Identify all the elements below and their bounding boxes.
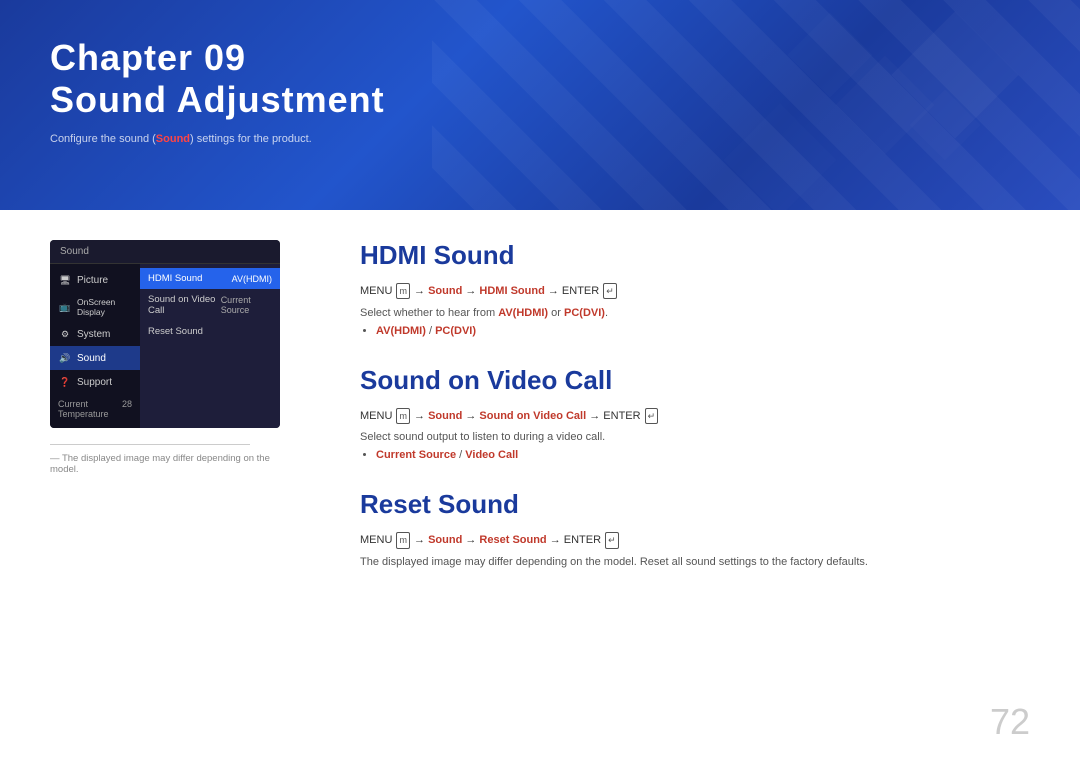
header-banner: Chapter 09 Sound Adjustment Configure th… [0,0,1080,210]
path-arrow-6: → ENTER [586,410,643,422]
sidebar-item-system[interactable]: ⚙ System [50,322,140,346]
section-title-reset-sound: Reset Sound [360,489,1030,520]
path-sound-video-call: Sound on Video Call [479,410,586,422]
picture-icon: 🖥 [58,273,72,287]
menu-content-area: HDMI Sound AV(HDMI) Sound on Video Call … [140,264,280,428]
bullet-list-hdmi: AV(HDMI) / PC(DVI) [376,325,1030,337]
option-video-call: Video Call [465,449,518,461]
section-desc-hdmi-sound: Select whether to hear from AV(HDMI) or … [360,307,1030,319]
sidebar-item-picture[interactable]: 🖥 Picture [50,268,140,292]
sound-video-call-value: Current Source [221,295,272,315]
section-sound-video-call: Sound on Video Call MENU m → Sound → Sou… [360,365,1030,462]
option-av-hdmi: AV(HDMI) [376,325,426,337]
section-desc-reset-sound: The displayed image may differ depending… [360,556,1030,568]
decoration-diamond-5 [723,103,836,210]
sidebar-label-sound: Sound [77,353,106,364]
menu-item-sound-video-call[interactable]: Sound on Video Call Current Source [140,289,280,321]
path-menu-2: MENU [360,410,395,422]
hdmi-sound-value: AV(HDMI) [232,274,272,284]
option-pc-dvi: PC(DVI) [435,325,476,337]
menu-sidebar: 🖥 Picture 📺 OnScreen Display ⚙ System 🔊 … [50,264,280,428]
menu-header-label: Sound [50,240,280,264]
menu-icon-3: m [396,532,410,548]
menu-item-hdmi-sound[interactable]: HDMI Sound AV(HDMI) [140,268,280,289]
sidebar-label-system: System [77,329,110,340]
section-hdmi-sound: HDMI Sound MENU m → Sound → HDMI Sound →… [360,240,1030,337]
enter-icon-3: ↵ [605,532,619,548]
header-desc-suffix: ) settings for the product. [190,133,312,145]
menu-item-reset-sound[interactable]: Reset Sound [140,321,280,342]
path-reset-sound: Reset Sound [479,534,546,546]
path-arrow-3: → ENTER [545,285,602,297]
note-area: ― The displayed image may differ dependi… [50,444,300,475]
left-panel: Sound 🖥 Picture 📺 OnScreen Display ⚙ Sys… [50,240,320,743]
slash-2: / [456,449,465,461]
header-desc-prefix: Configure the sound ( [50,133,156,145]
content-area: Sound 🖥 Picture 📺 OnScreen Display ⚙ Sys… [0,210,1080,763]
path-arrow-9: → ENTER [547,534,604,546]
onscreen-icon: 📺 [58,300,72,314]
section-title-sound-video-call: Sound on Video Call [360,365,1030,396]
menu-path-sound-video-call: MENU m → Sound → Sound on Video Call → E… [360,408,1030,426]
path-menu-3: MENU [360,534,395,546]
path-arrow-7: → [411,534,428,546]
temp-label: Current Temperature [58,399,122,419]
system-icon: ⚙ [58,327,72,341]
path-arrow-1: → [411,285,428,297]
bullet-item-hdmi-options: AV(HDMI) / PC(DVI) [376,325,1030,337]
menu-mockup: Sound 🖥 Picture 📺 OnScreen Display ⚙ Sys… [50,240,280,428]
option-current-source: Current Source [376,449,456,461]
sound-video-call-label: Sound on Video Call [148,294,221,316]
menu-path-reset-sound: MENU m → Sound → Reset Sound → ENTER ↵ [360,532,1030,550]
sidebar-label-picture: Picture [77,275,108,286]
menu-icon-2: m [396,408,410,424]
temp-value: 28 [122,399,132,419]
right-panel: HDMI Sound MENU m → Sound → HDMI Sound →… [320,240,1030,743]
path-sound-2: Sound [428,410,462,422]
sidebar-label-support: Support [77,377,112,388]
sound-icon: 🔊 [58,351,72,365]
path-sound-3: Sound [428,534,462,546]
slash-1: / [426,325,435,337]
section-title-hdmi-sound: HDMI Sound [360,240,1030,271]
sidebar-label-onscreen: OnScreen Display [77,297,132,317]
note-text: ― The displayed image may differ dependi… [50,453,300,475]
hdmi-sound-label: HDMI Sound [148,273,202,284]
support-icon: ❓ [58,375,72,389]
menu-path-hdmi-sound: MENU m → Sound → HDMI Sound → ENTER ↵ [360,283,1030,301]
menu-icon-1: m [396,283,410,299]
reset-sound-label: Reset Sound [148,326,203,337]
header-desc-highlight: Sound [156,133,190,145]
enter-icon-1: ↵ [603,283,617,299]
path-hdmi-sound: HDMI Sound [479,285,544,297]
sidebar-item-support[interactable]: ❓ Support [50,370,140,394]
sidebar-item-onscreen[interactable]: 📺 OnScreen Display [50,292,140,322]
path-sound-1: Sound [428,285,462,297]
note-divider [50,444,250,445]
enter-icon-2: ↵ [645,408,659,424]
page-number: 72 [990,701,1030,743]
path-arrow-2: → [462,285,479,297]
sidebar-item-sound[interactable]: 🔊 Sound [50,346,140,370]
path-arrow-4: → [411,410,428,422]
bullet-item-video-call-options: Current Source / Video Call [376,449,1030,461]
sidebar-bottom-temp: Current Temperature 28 [50,394,140,424]
sidebar-items-list: 🖥 Picture 📺 OnScreen Display ⚙ System 🔊 … [50,264,140,428]
section-reset-sound: Reset Sound MENU m → Sound → Reset Sound… [360,489,1030,568]
bullet-list-video-call: Current Source / Video Call [376,449,1030,461]
path-arrow-8: → [462,534,479,546]
path-menu-1: MENU [360,285,395,297]
path-arrow-5: → [462,410,479,422]
section-desc-sound-video-call: Select sound output to listen to during … [360,431,1030,443]
